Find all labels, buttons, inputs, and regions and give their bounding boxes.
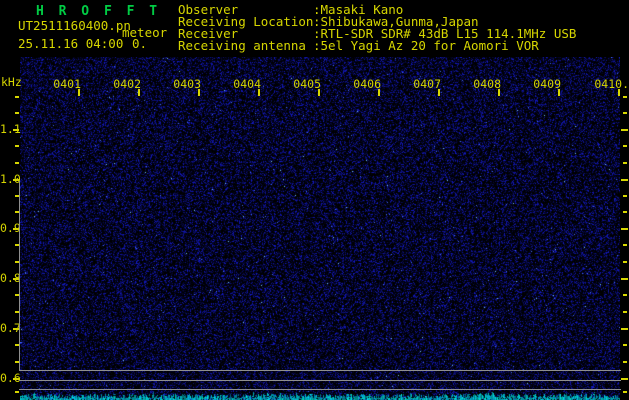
y-axis-unit-label: kHz [1, 75, 22, 89]
marker-line-middle [19, 380, 621, 381]
x-tick-mark [318, 89, 320, 96]
x-tick-mark [258, 89, 260, 96]
y-minor-tick-right [623, 344, 627, 346]
y-major-tick-right [621, 328, 628, 330]
x-tick-mark [498, 89, 500, 96]
x-tick-mark [138, 89, 140, 96]
x-tick-mark [198, 89, 200, 96]
y-minor-tick-right [623, 244, 627, 246]
hrofft-output: H R O F F T UT2511160400.pn meteor 25.11… [0, 0, 629, 400]
y-minor-tick-right [623, 162, 627, 164]
y-minor-tick-right [623, 112, 627, 114]
spectrogram-canvas [20, 57, 620, 400]
x-tick-mark [78, 89, 80, 96]
meta-field-label: Receiving antenna [178, 38, 306, 53]
x-tick-label: 0407 [413, 77, 441, 91]
x-tick-label: 0402 [113, 77, 141, 91]
y-major-tick-right [621, 179, 628, 181]
y-minor-tick-right [623, 261, 627, 263]
y-minor-tick-left [15, 162, 19, 164]
y-minor-tick-right [623, 145, 627, 147]
echo-count: 0. [132, 36, 148, 51]
y-minor-tick-left [15, 391, 19, 393]
x-tick-mark [558, 89, 560, 96]
x-tick-mark [438, 89, 440, 96]
y-major-tick-right [621, 278, 628, 280]
y-minor-tick-right [623, 311, 627, 313]
y-minor-tick-right [623, 361, 627, 363]
datetime-text: 25.11.16 04:00 [18, 36, 124, 51]
meta-field-value: :5el Yagi Az 20 for Aomori VOR [313, 38, 539, 53]
x-tick-label: 0403 [173, 77, 201, 91]
app-title: H R O F F T [36, 4, 161, 19]
filename-text: UT2511160400.pn [18, 18, 131, 33]
x-tick-label: 0408 [473, 77, 501, 91]
y-minor-tick-right [623, 211, 627, 213]
band-left-border-line [19, 181, 20, 371]
x-tick-mark [618, 89, 620, 96]
y-minor-tick-left [15, 96, 19, 98]
x-tick-mark [378, 89, 380, 96]
x-tick-label: 0406 [353, 77, 381, 91]
y-minor-tick-left [15, 145, 19, 147]
x-tick-label: 0405 [293, 77, 321, 91]
x-tick-label: 0401 [53, 77, 81, 91]
y-major-tick-left [13, 129, 19, 131]
y-minor-tick-right [623, 294, 627, 296]
marker-line-lower [19, 389, 621, 390]
y-minor-tick-right [623, 96, 627, 98]
marker-line-upper [19, 370, 621, 371]
y-minor-tick-right [623, 195, 627, 197]
x-tick-label: 0404 [233, 77, 261, 91]
y-major-tick-right [621, 129, 628, 131]
y-major-tick-right [621, 378, 628, 380]
y-major-tick-right [621, 228, 628, 230]
y-minor-tick-left [15, 112, 19, 114]
x-tick-label: 0409 [533, 77, 561, 91]
y-minor-tick-right [623, 391, 627, 393]
x-tick-label: 0410. [594, 77, 629, 91]
